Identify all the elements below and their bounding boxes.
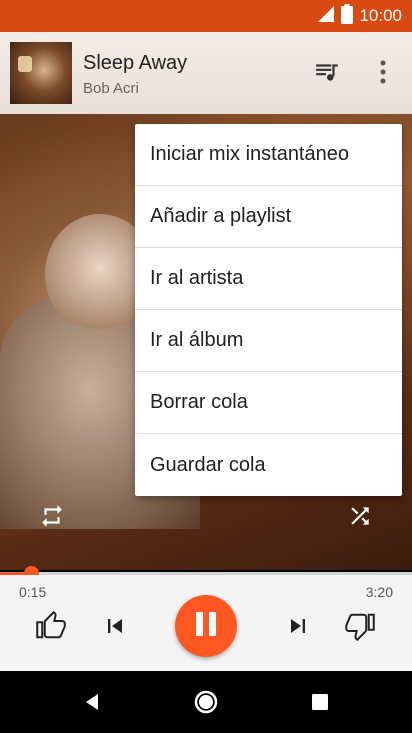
skip-previous-icon[interactable]	[98, 609, 132, 643]
now-playing-header[interactable]: Sleep Away Bob Acri	[0, 32, 412, 114]
playback-controls: 0:15 3:20	[0, 575, 412, 671]
thumb-down-icon[interactable]	[343, 609, 377, 643]
pause-icon	[193, 610, 219, 643]
menu-item-save-queue[interactable]: Guardar cola	[135, 434, 402, 496]
repeat-icon[interactable]	[36, 500, 68, 532]
shuffle-icon[interactable]	[344, 500, 376, 532]
back-icon[interactable]	[77, 687, 107, 717]
overflow-menu: Iniciar mix instantáneo Añadir a playlis…	[135, 124, 402, 496]
pause-button[interactable]	[175, 595, 237, 657]
home-icon[interactable]	[191, 687, 221, 717]
menu-item-go-to-artist[interactable]: Ir al artista	[135, 248, 402, 310]
album-art-thumbnail[interactable]	[10, 42, 72, 104]
menu-item-instant-mix[interactable]: Iniciar mix instantáneo	[135, 124, 402, 186]
status-bar: 10:00	[0, 0, 412, 32]
signal-icon	[317, 5, 335, 28]
battery-icon	[341, 3, 354, 29]
queue-music-icon[interactable]	[310, 55, 344, 89]
status-time: 10:00	[359, 6, 402, 25]
status-icons: 10:00	[317, 0, 402, 32]
menu-item-clear-queue[interactable]: Borrar cola	[135, 372, 402, 434]
system-nav-bar	[0, 671, 412, 733]
menu-item-go-to-album[interactable]: Ir al álbum	[135, 310, 402, 372]
more-vert-icon[interactable]	[366, 55, 400, 89]
track-title: Sleep Away	[83, 52, 188, 74]
skip-next-icon[interactable]	[281, 609, 315, 643]
elapsed-time: 0:15	[19, 584, 47, 600]
total-duration: 3:20	[365, 584, 393, 600]
menu-item-add-to-playlist[interactable]: Añadir a playlist	[135, 186, 402, 248]
recents-icon[interactable]	[305, 687, 335, 717]
track-artist: Bob Acri	[83, 80, 139, 97]
thumb-up-icon[interactable]	[34, 609, 68, 643]
